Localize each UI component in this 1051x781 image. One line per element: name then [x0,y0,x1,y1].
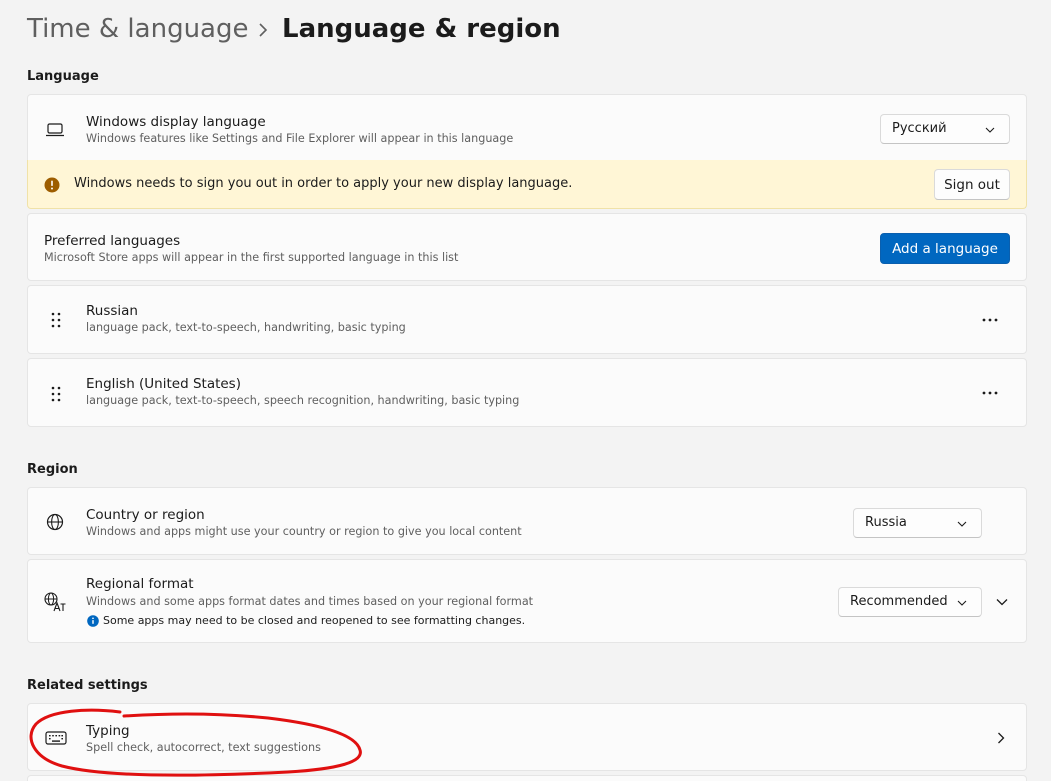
section-heading-region: Region [27,462,78,477]
country-region-card: Country or region Windows and apps might… [27,487,1027,555]
globe-icon [46,513,64,531]
section-heading-related-settings: Related settings [27,678,148,693]
regional-format-dropdown[interactable]: Recommended [838,587,982,617]
language-features: language pack, text-to-speech, speech re… [86,394,520,407]
regional-format-title: Regional format [86,576,194,592]
chevron-down-icon[interactable] [996,598,1008,606]
language-item-english[interactable]: English (United States) language pack, t… [27,358,1027,427]
signout-banner: Windows needs to sign you out in order t… [27,160,1027,209]
regional-format-description: Windows and some apps format dates and t… [86,595,534,608]
warning-circle-icon [44,177,60,193]
section-heading-language: Language [27,69,99,84]
regional-format-note: Some apps may need to be closed and reop… [103,614,526,627]
language-features: language pack, text-to-speech, handwriti… [86,321,406,334]
language-name: Russian [86,303,138,319]
sign-out-button[interactable]: Sign out [934,169,1010,200]
keyboard-icon [45,731,67,745]
info-icon [87,615,99,627]
preferred-languages-title: Preferred languages [44,233,181,249]
laptop-icon [46,123,64,137]
country-region-description: Windows and apps might use your country … [86,525,522,538]
chevron-right-icon [259,23,268,37]
more-icon[interactable] [982,391,998,395]
next-related-card[interactable] [27,775,1027,781]
chevron-down-icon [957,600,967,606]
typing-title: Typing [86,723,130,739]
regional-format-card[interactable]: Regional format Windows and some apps fo… [27,559,1027,643]
display-language-description: Windows features like Settings and File … [86,132,514,145]
display-language-title: Windows display language [86,114,266,130]
display-language-card: Windows display language Windows feature… [27,94,1027,161]
typing-card[interactable]: Typing Spell check, autocorrect, text su… [27,703,1027,771]
display-language-dropdown[interactable]: Русский [880,114,1010,144]
country-region-title: Country or region [86,507,205,523]
chevron-down-icon [957,521,967,527]
more-icon[interactable] [982,318,998,322]
country-region-dropdown[interactable]: Russia [853,508,982,538]
page-title: Language & region [282,14,561,44]
regional-format-selected: Recommended [850,594,948,609]
signout-message: Windows needs to sign you out in order t… [74,176,573,191]
language-name: English (United States) [86,376,241,392]
chevron-right-icon [998,732,1005,744]
display-language-selected: Русский [892,121,947,136]
preferred-languages-card: Preferred languages Microsoft Store apps… [27,213,1027,281]
typing-description: Spell check, autocorrect, text suggestio… [86,741,321,754]
chevron-down-icon [985,127,995,133]
preferred-languages-description: Microsoft Store apps will appear in the … [44,251,459,264]
breadcrumb-parent[interactable]: Time & language [27,14,248,44]
language-format-icon [44,592,66,612]
add-language-button[interactable]: Add a language [880,233,1010,264]
drag-handle-icon[interactable] [51,312,61,328]
language-item-russian[interactable]: Russian language pack, text-to-speech, h… [27,285,1027,354]
country-region-selected: Russia [865,515,907,530]
drag-handle-icon[interactable] [51,386,61,402]
